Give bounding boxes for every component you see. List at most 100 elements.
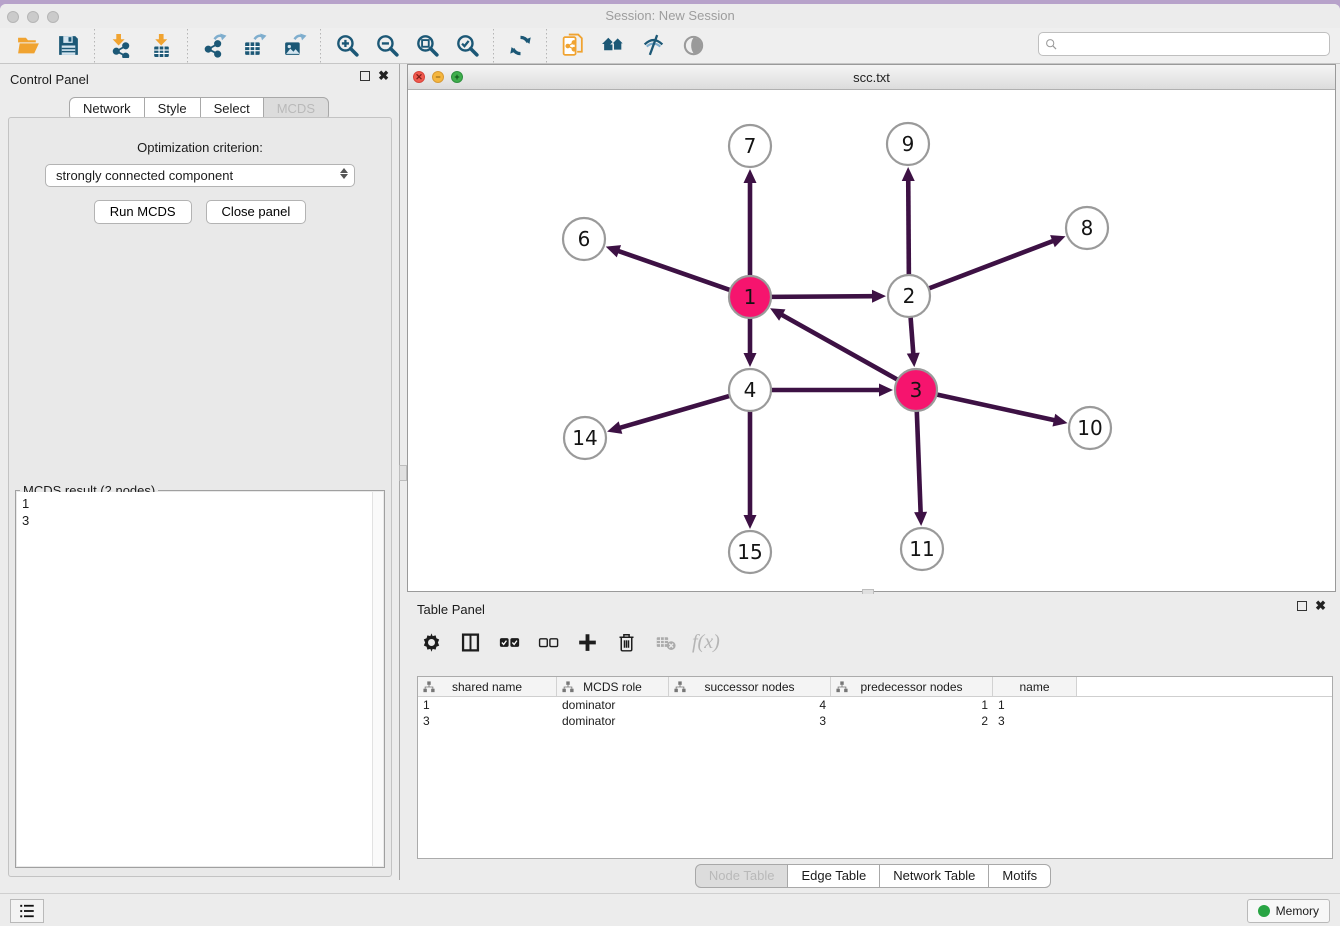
table-body: 1dominator4113dominator323 bbox=[418, 697, 1332, 729]
svg-text:6: 6 bbox=[578, 227, 591, 251]
graph-edge-4-15[interactable] bbox=[744, 410, 757, 529]
cell-successor-nodes: 3 bbox=[669, 714, 831, 728]
tab-network-table[interactable]: Network Table bbox=[879, 864, 989, 888]
graph-node-6[interactable]: 6 bbox=[563, 218, 605, 260]
toolbar-separator bbox=[546, 29, 547, 63]
run-mcds-button[interactable]: Run MCDS bbox=[94, 200, 192, 224]
graph-edge-2-8[interactable] bbox=[928, 235, 1066, 289]
delete-table-icon bbox=[653, 630, 677, 654]
column-header-MCDS-role[interactable]: MCDS role bbox=[557, 677, 669, 696]
table-row[interactable]: 3dominator323 bbox=[418, 713, 1332, 729]
zoom-selected-icon[interactable] bbox=[453, 32, 481, 60]
column-hierarchy-icon bbox=[674, 681, 686, 693]
graph-node-9[interactable]: 9 bbox=[887, 123, 929, 165]
close-table-panel-icon[interactable]: ✖ bbox=[1315, 601, 1326, 611]
cell-name: 1 bbox=[993, 698, 1077, 712]
search-input[interactable] bbox=[1058, 34, 1329, 54]
table-panel-title: Table Panel bbox=[417, 602, 485, 617]
show-hidden-icon[interactable] bbox=[679, 32, 707, 60]
graph-edge-4-3[interactable] bbox=[770, 384, 893, 397]
graph-edge-3-11[interactable] bbox=[914, 410, 927, 526]
refresh-network-icon[interactable] bbox=[506, 32, 534, 60]
tab-node-table[interactable]: Node Table bbox=[695, 864, 789, 888]
result-line: 3 bbox=[22, 512, 369, 529]
graph-node-7[interactable]: 7 bbox=[729, 125, 771, 167]
vertical-splitter-grip[interactable] bbox=[399, 465, 407, 481]
graph-node-10[interactable]: 10 bbox=[1069, 407, 1111, 449]
float-panel-icon[interactable] bbox=[360, 71, 370, 81]
memory-button[interactable]: Memory bbox=[1247, 899, 1330, 923]
import-network-icon[interactable] bbox=[107, 32, 135, 60]
table-settings-icon[interactable] bbox=[419, 630, 443, 654]
criterion-dropdown-value: strongly connected component bbox=[56, 168, 233, 183]
deselect-all-icon[interactable] bbox=[536, 630, 560, 654]
svg-text:10: 10 bbox=[1077, 416, 1102, 440]
export-table-icon[interactable] bbox=[240, 32, 268, 60]
close-panel-button[interactable]: Close panel bbox=[206, 200, 307, 224]
graph-edge-2-3[interactable] bbox=[907, 316, 920, 367]
table-panel-header: Table Panel ✖ bbox=[407, 594, 1340, 624]
graph-edge-3-1[interactable] bbox=[770, 308, 898, 380]
graph-edge-2-9[interactable] bbox=[902, 167, 915, 276]
column-hierarchy-icon bbox=[423, 681, 435, 693]
function-builder-icon: f(x) bbox=[692, 630, 720, 654]
table-panel-tabs: Node TableEdge TableNetwork TableMotifs bbox=[407, 864, 1340, 888]
column-header-label: successor nodes bbox=[704, 680, 794, 694]
table-row[interactable]: 1dominator411 bbox=[418, 697, 1332, 713]
graph-edge-1-7[interactable] bbox=[744, 169, 757, 277]
save-session-icon[interactable] bbox=[54, 32, 82, 60]
clone-network-icon[interactable] bbox=[559, 32, 587, 60]
cell-shared-name: 3 bbox=[418, 714, 557, 728]
svg-text:14: 14 bbox=[572, 426, 597, 450]
result-scrollbar[interactable] bbox=[372, 492, 383, 866]
cell-name: 3 bbox=[993, 714, 1077, 728]
graph-node-2[interactable]: 2 bbox=[888, 275, 930, 317]
tab-edge-table[interactable]: Edge Table bbox=[787, 864, 880, 888]
graph-node-1[interactable]: 1 bbox=[729, 276, 771, 318]
float-table-panel-icon[interactable] bbox=[1297, 601, 1307, 611]
table-header-filler bbox=[1077, 677, 1332, 696]
add-row-icon[interactable] bbox=[575, 630, 599, 654]
criterion-dropdown[interactable]: strongly connected component bbox=[45, 164, 355, 187]
hide-selected-icon[interactable] bbox=[639, 32, 667, 60]
mcds-result-textarea[interactable]: 13 bbox=[17, 492, 383, 866]
network-canvas[interactable]: 7 9 6 8 1 2 4 3 14 10 15 11 bbox=[408, 90, 1335, 591]
control-panel-header: Control Panel ✖ bbox=[0, 64, 399, 94]
task-history-button[interactable] bbox=[10, 899, 44, 923]
result-line: 1 bbox=[22, 495, 369, 512]
graph-edge-4-14[interactable] bbox=[607, 396, 731, 434]
export-network-icon[interactable] bbox=[200, 32, 228, 60]
column-header-name[interactable]: name bbox=[993, 677, 1077, 696]
graph-edge-3-10[interactable] bbox=[936, 394, 1068, 426]
zoom-fit-icon[interactable] bbox=[413, 32, 441, 60]
graph-node-4[interactable]: 4 bbox=[729, 369, 771, 411]
graph-node-3[interactable]: 3 bbox=[895, 369, 937, 411]
column-header-successor-nodes[interactable]: successor nodes bbox=[669, 677, 831, 696]
graph-edge-1-4[interactable] bbox=[744, 317, 757, 367]
column-header-shared-name[interactable]: shared name bbox=[418, 677, 557, 696]
column-header-predecessor-nodes[interactable]: predecessor nodes bbox=[831, 677, 993, 696]
application-window: Session: New Session Control Panel ✖ Net… bbox=[0, 0, 1340, 926]
export-image-icon[interactable] bbox=[280, 32, 308, 60]
open-file-icon[interactable] bbox=[14, 32, 42, 60]
close-panel-icon[interactable]: ✖ bbox=[378, 71, 389, 81]
column-hierarchy-icon bbox=[562, 681, 574, 693]
zoom-in-icon[interactable] bbox=[333, 32, 361, 60]
graph-node-15[interactable]: 15 bbox=[729, 531, 771, 573]
show-columns-icon[interactable] bbox=[458, 630, 482, 654]
graph-node-14[interactable]: 14 bbox=[564, 417, 606, 459]
graph-node-11[interactable]: 11 bbox=[901, 528, 943, 570]
select-all-icon[interactable] bbox=[497, 630, 521, 654]
first-neighbors-icon[interactable] bbox=[599, 32, 627, 60]
graph-edge-1-2[interactable] bbox=[770, 290, 886, 303]
import-table-icon[interactable] bbox=[147, 32, 175, 60]
svg-text:7: 7 bbox=[744, 134, 757, 158]
graph-node-8[interactable]: 8 bbox=[1066, 207, 1108, 249]
window-title: Session: New Session bbox=[0, 8, 1340, 23]
tab-motifs[interactable]: Motifs bbox=[988, 864, 1051, 888]
mcds-result-fieldset: MCDS result (2 nodes) 13 bbox=[15, 490, 385, 868]
svg-text:4: 4 bbox=[744, 378, 757, 402]
graph-edge-1-6[interactable] bbox=[606, 245, 731, 290]
delete-row-icon[interactable] bbox=[614, 630, 638, 654]
zoom-out-icon[interactable] bbox=[373, 32, 401, 60]
